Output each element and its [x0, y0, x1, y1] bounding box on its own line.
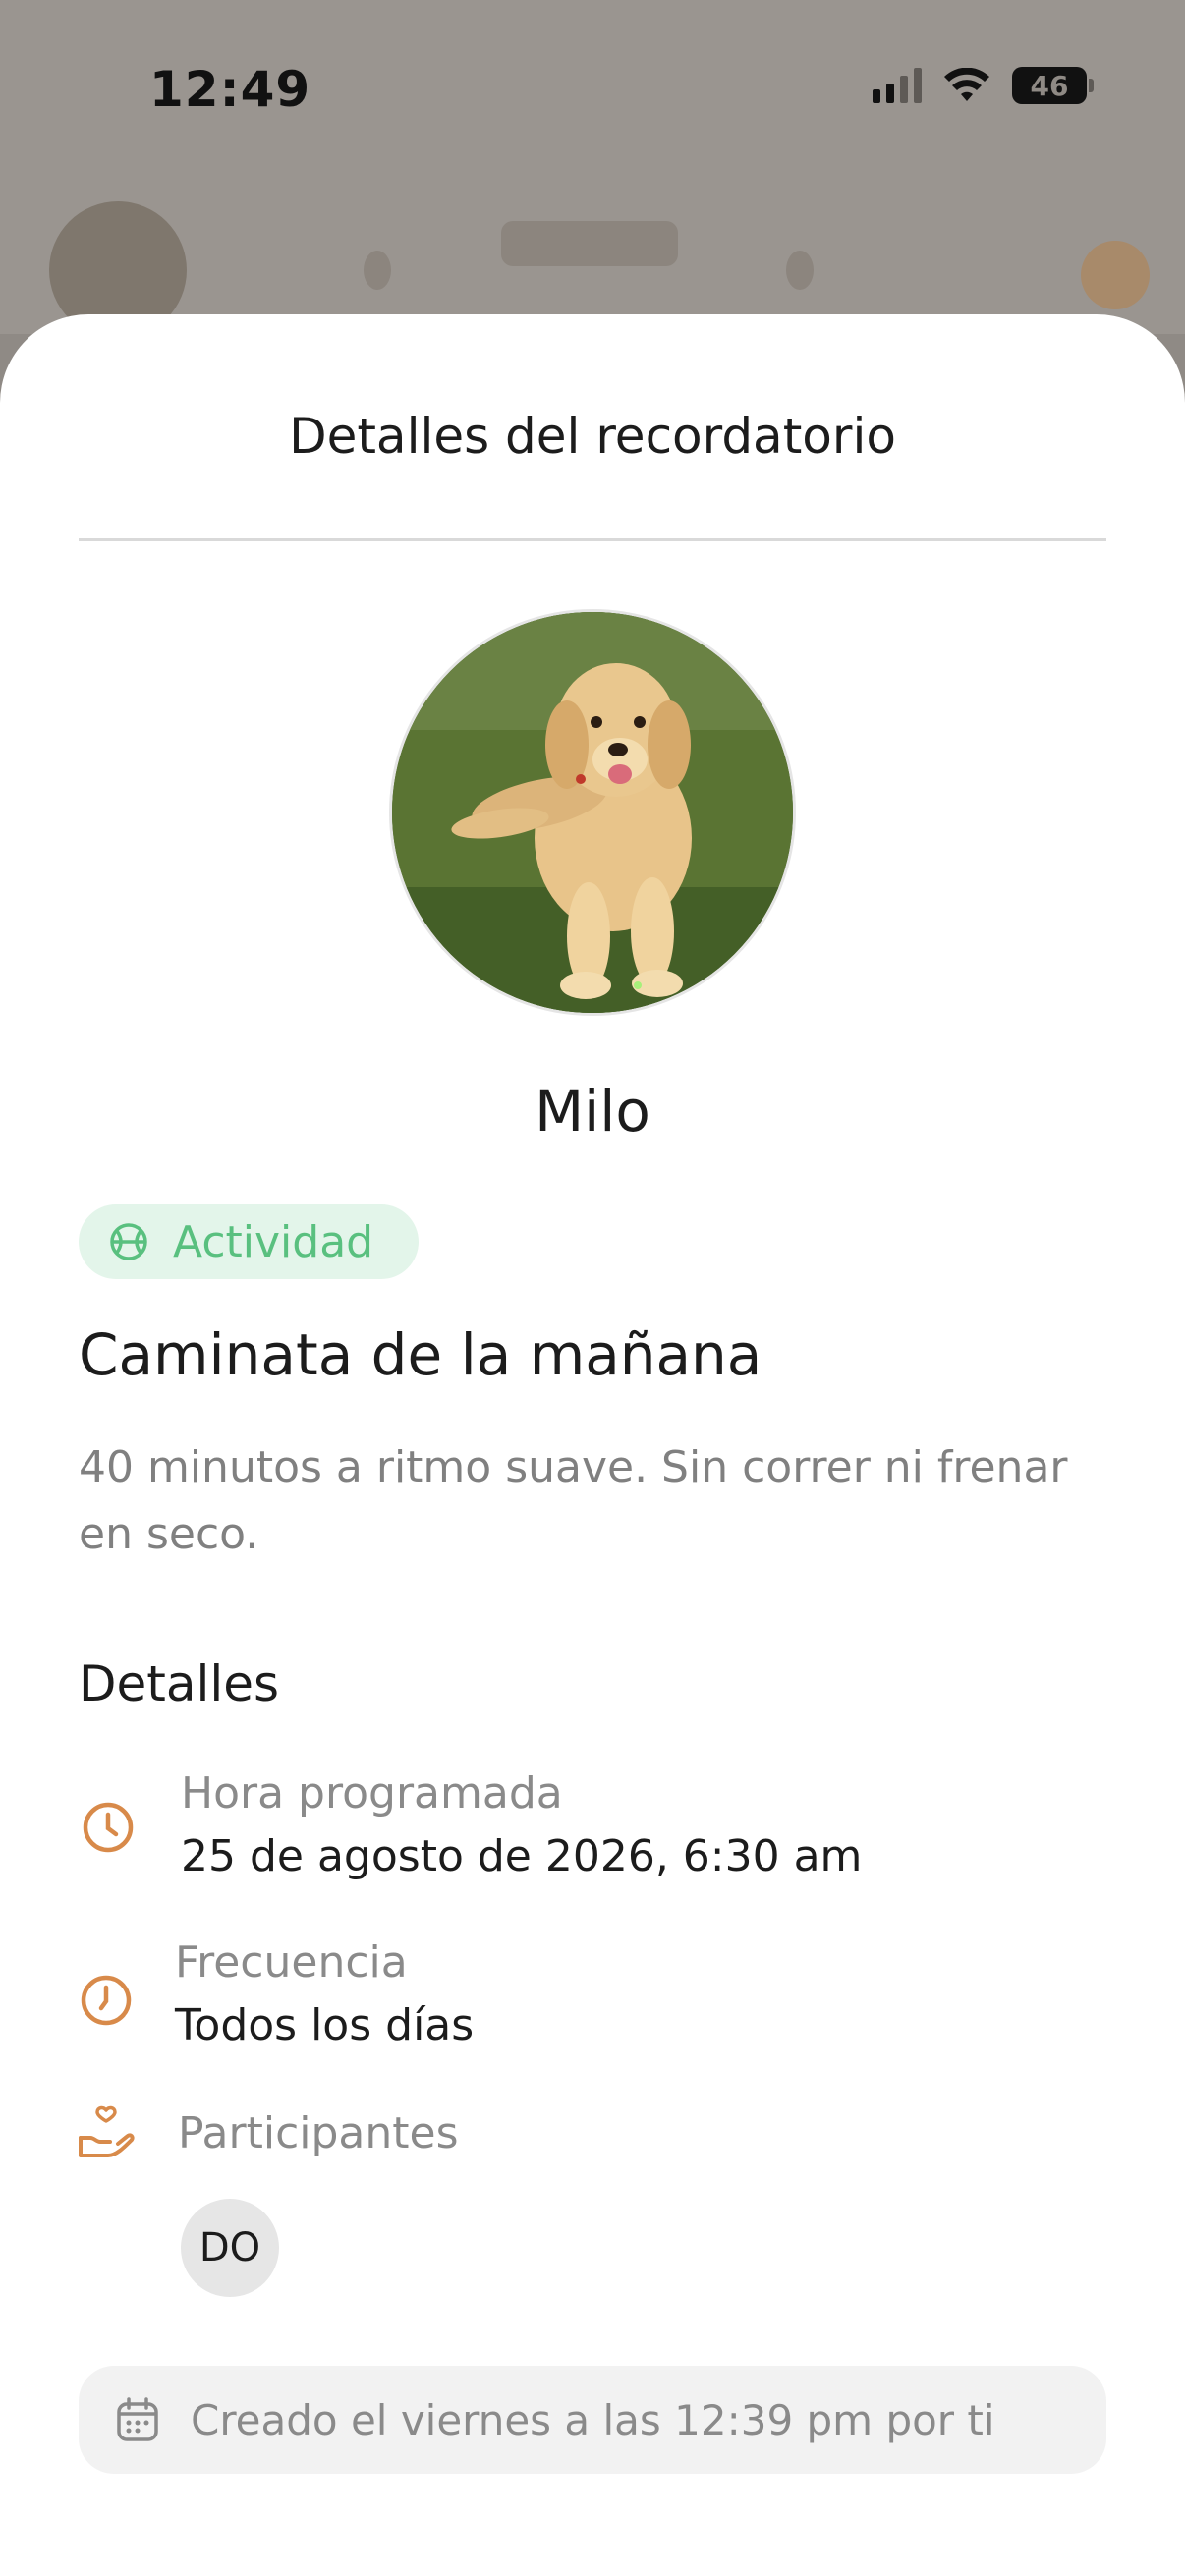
- dog-illustration: [392, 612, 793, 1013]
- cellular-signal-icon: [873, 68, 922, 103]
- created-info-box: Creado el viernes a las 12:39 pm por ti: [79, 2366, 1106, 2474]
- activity-ball-icon: [110, 1223, 147, 1260]
- screen: 12:49 46 Detalles del recordatorio Milo …: [0, 0, 1185, 2576]
- wifi-icon: [944, 68, 989, 101]
- scheduled-time-label: Hora programada: [181, 1768, 563, 1819]
- battery-icon: 46: [1012, 67, 1094, 104]
- pet-photo: [389, 609, 796, 1016]
- participant-avatar[interactable]: DO: [181, 2199, 279, 2297]
- sheet-divider: [79, 538, 1106, 541]
- status-bar: 12:49 46: [0, 0, 1185, 187]
- details-section-title: Detalles: [79, 1655, 280, 1712]
- reminder-title: Caminata de la mañana: [79, 1321, 762, 1388]
- background-chevron-left: [364, 251, 391, 290]
- scheduled-time-value: 25 de agosto de 2026, 6:30 am: [181, 1831, 863, 1881]
- background-header-title: [501, 221, 678, 266]
- battery-level: 46: [1030, 69, 1069, 102]
- frequency-value: Todos los días: [175, 2000, 475, 2050]
- category-chip: Actividad: [79, 1204, 419, 1279]
- pet-name: Milo: [535, 1078, 650, 1145]
- reminder-description: 40 minutos a ritmo suave. Sin correr ni …: [79, 1442, 1068, 1559]
- category-label: Actividad: [173, 1216, 374, 1267]
- status-icons: 46: [873, 67, 1094, 104]
- frequency-row: Frecuencia Todos los días: [79, 1937, 1106, 2075]
- calendar-icon: [117, 2397, 158, 2441]
- created-text: Creado el viernes a las 12:39 pm por ti: [191, 2395, 995, 2444]
- participants-row: Participantes: [79, 2105, 1106, 2185]
- sheet-title: Detalles del recordatorio: [289, 408, 896, 465]
- clock-icon: [83, 1802, 134, 1853]
- heart-hand-icon: [79, 2105, 135, 2157]
- background-chevron-right: [786, 251, 814, 290]
- scheduled-time-row: Hora programada 25 de agosto de 2026, 6:…: [79, 1768, 1106, 1906]
- status-time: 12:49: [149, 61, 311, 118]
- participants-label: Participantes: [178, 2108, 459, 2158]
- clock-icon: [81, 1975, 132, 2026]
- frequency-label: Frecuencia: [175, 1937, 408, 1988]
- background-action-button: [1081, 241, 1150, 309]
